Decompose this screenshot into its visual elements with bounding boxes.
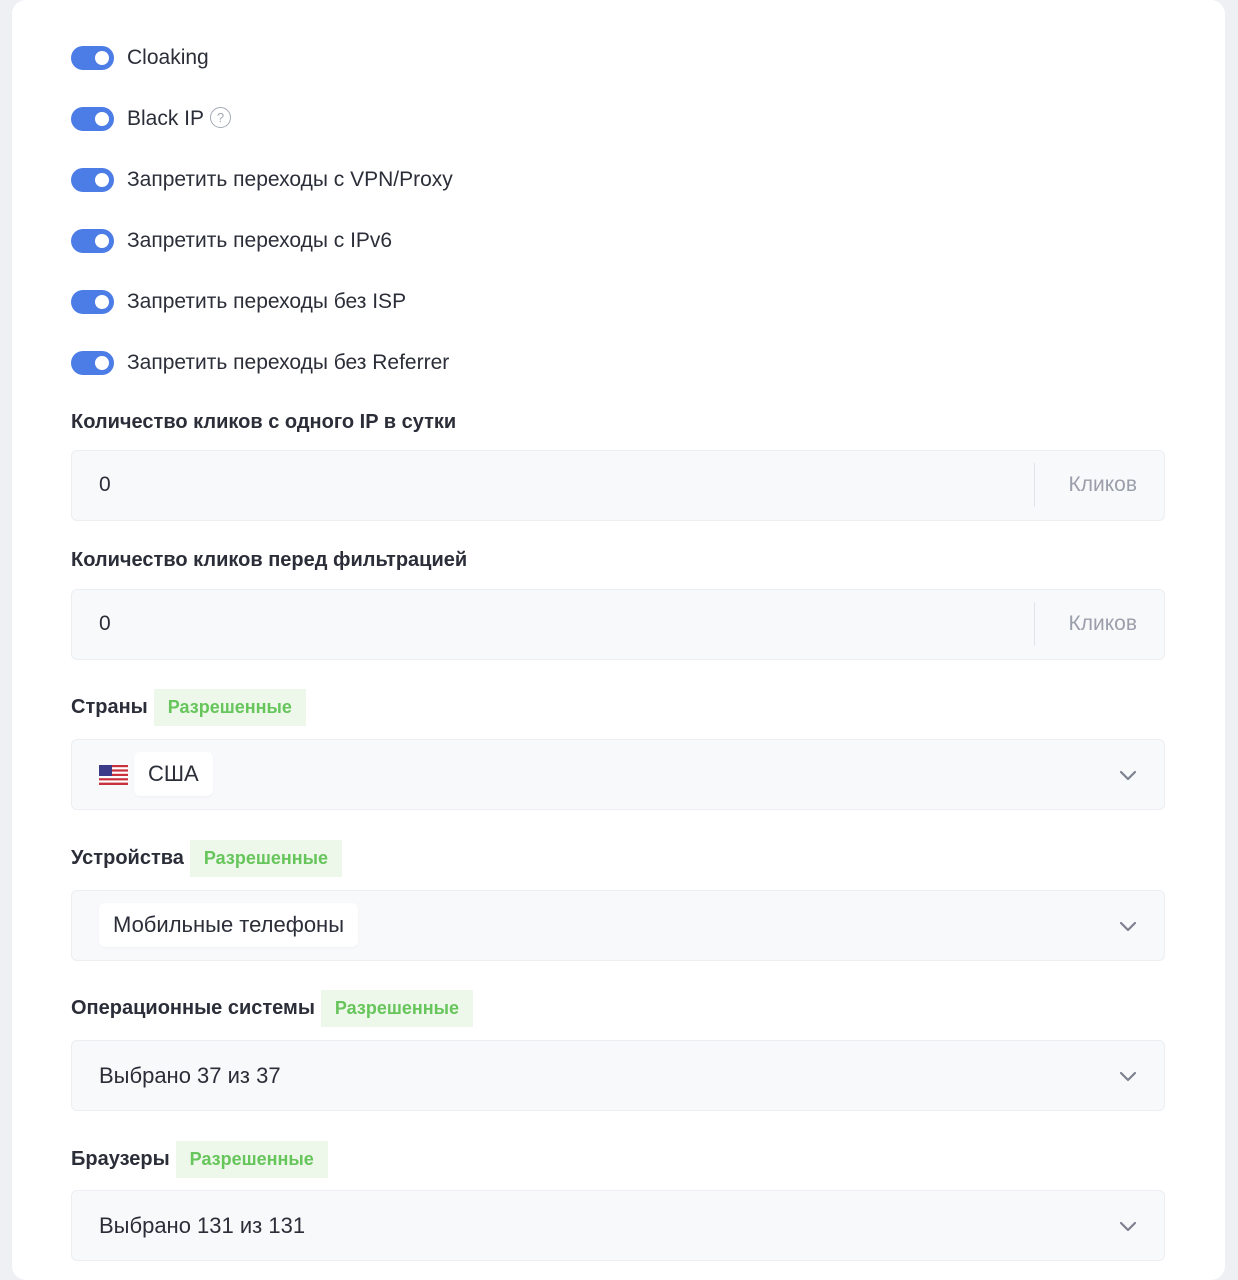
toggle-knob	[95, 51, 109, 65]
toggle-row-vpn-proxy: Запретить переходы с VPN/Proxy	[71, 167, 453, 193]
vpn-proxy-toggle[interactable]	[71, 168, 114, 192]
os-select[interactable]: Выбрано 37 из 37	[71, 1040, 1165, 1111]
clicks-before-filter-label: Количество кликов перед фильтрацией	[71, 549, 468, 571]
unit-divider	[1034, 602, 1035, 646]
devices-label: Устройства	[71, 847, 184, 869]
countries-label-row: Страны Разрешенные	[71, 689, 306, 726]
isp-toggle[interactable]	[71, 290, 114, 314]
browsers-label-row: Браузеры Разрешенные	[71, 1141, 328, 1178]
toggle-knob	[95, 173, 109, 187]
chevron-down-icon[interactable]	[1118, 1216, 1138, 1236]
device-chip[interactable]: Мобильные телефоны	[99, 903, 359, 947]
toggle-row-referrer: Запретить переходы без Referrer	[71, 350, 449, 376]
devices-select[interactable]: Мобильные телефоны	[71, 890, 1165, 961]
countries-label: Страны	[71, 696, 148, 718]
os-label-row: Операционные системы Разрешенные	[71, 990, 473, 1027]
clicks-before-filter-field[interactable]: 0 Кликов	[71, 589, 1165, 660]
isp-label: Запретить переходы без ISP	[127, 290, 407, 313]
clicks-before-filter-value[interactable]: 0	[99, 612, 111, 636]
clicks-per-ip-unit: Кликов	[1068, 473, 1137, 496]
browsers-mode-badge[interactable]: Разрешенные	[175, 1141, 328, 1178]
clicks-per-ip-label: Количество кликов с одного IP в сутки	[71, 411, 457, 433]
toggle-row-cloaking: Cloaking	[71, 45, 209, 71]
question-circle-icon[interactable]: ?	[210, 106, 232, 128]
country-chip[interactable]: США	[134, 752, 213, 796]
referrer-toggle[interactable]	[71, 351, 114, 375]
chevron-down-icon[interactable]	[1118, 916, 1138, 936]
toggle-row-ipv6: Запретить переходы с IPv6	[71, 228, 392, 254]
clicks-per-ip-value[interactable]: 0	[99, 473, 111, 497]
ipv6-toggle[interactable]	[71, 229, 114, 253]
devices-mode-badge[interactable]: Разрешенные	[189, 840, 342, 877]
browsers-select[interactable]: Выбрано 131 из 131	[71, 1190, 1165, 1261]
cloaking-toggle[interactable]	[71, 46, 114, 70]
os-label: Операционные системы	[71, 997, 315, 1019]
os-mode-badge[interactable]: Разрешенные	[320, 990, 473, 1027]
browsers-label: Браузеры	[71, 1148, 170, 1170]
toggle-knob	[95, 295, 109, 309]
chevron-down-icon[interactable]	[1118, 765, 1138, 785]
toggle-knob	[95, 356, 109, 370]
device-chip-label: Мобильные телефоны	[113, 912, 345, 937]
toggle-row-isp: Запретить переходы без ISP	[71, 289, 406, 315]
referrer-label: Запретить переходы без Referrer	[127, 351, 450, 374]
black-ip-label: Black IP	[127, 107, 205, 130]
toggle-knob	[95, 112, 109, 126]
cloaking-label: Cloaking	[127, 46, 209, 69]
black-ip-toggle[interactable]	[71, 107, 114, 131]
clicks-per-ip-field[interactable]: 0 Кликов	[71, 450, 1165, 521]
browsers-summary: Выбрано 131 из 131	[99, 1213, 306, 1238]
unit-divider	[1034, 463, 1035, 507]
countries-mode-badge[interactable]: Разрешенные	[153, 689, 306, 726]
chevron-down-icon[interactable]	[1118, 1066, 1138, 1086]
country-chip-label: США	[148, 761, 199, 786]
toggle-row-black-ip: Black IP ?	[71, 106, 232, 132]
countries-select[interactable]: США	[71, 739, 1165, 810]
os-summary: Выбрано 37 из 37	[99, 1063, 281, 1088]
vpn-proxy-label: Запретить переходы с VPN/Proxy	[127, 168, 453, 191]
ipv6-label: Запретить переходы с IPv6	[127, 229, 393, 252]
clicks-before-filter-unit: Кликов	[1068, 612, 1137, 635]
us-flag-icon	[99, 765, 128, 785]
devices-label-row: Устройства Разрешенные	[71, 840, 342, 877]
toggle-knob	[95, 234, 109, 248]
